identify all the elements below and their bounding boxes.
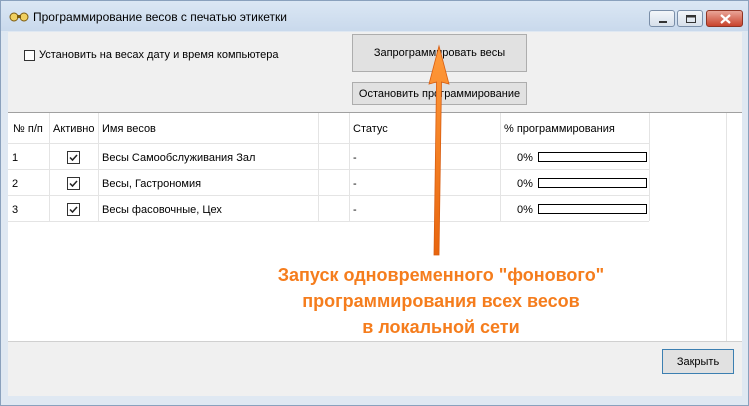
window-title: Программирование весов с печатью этикетк…	[33, 10, 287, 24]
active-checkbox[interactable]	[67, 151, 80, 164]
progress-percent: 0%	[517, 152, 533, 164]
program-scales-button[interactable]: Запрограммировать весы	[352, 34, 527, 72]
close-button[interactable]: Закрыть	[662, 349, 734, 374]
scale-name: Весы Самообслуживания Зал	[102, 152, 256, 164]
app-window: Программирование весов с печатью этикетк…	[0, 0, 749, 406]
progress-percent: 0%	[517, 178, 533, 190]
annotation-line-1: Запуск одновременного "фонового"	[277, 265, 605, 285]
checkmark-icon	[69, 180, 78, 188]
header-status[interactable]: Статус	[353, 123, 388, 135]
scales-app-icon	[9, 12, 29, 22]
row-number: 3	[12, 204, 19, 216]
close-icon	[720, 14, 731, 24]
dialog-body: Установить на весах дату и время компьют…	[8, 32, 742, 396]
progress-bar	[538, 204, 647, 214]
maximize-button[interactable]	[677, 10, 703, 27]
minimize-button[interactable]	[649, 10, 675, 27]
checkmark-icon	[69, 206, 78, 214]
stop-programming-button[interactable]: Остановить программирование	[352, 82, 527, 105]
annotation-text: Запуск одновременного "фонового" програм…	[196, 262, 686, 340]
annotation-line-3: в локальной сети	[362, 317, 520, 337]
sync-datetime-option[interactable]: Установить на весах дату и время компьют…	[24, 49, 279, 61]
checkmark-icon	[69, 154, 78, 162]
annotation-line-2: программирования всех весов	[302, 291, 580, 311]
progress-percent: 0%	[517, 204, 533, 216]
close-window-button[interactable]	[706, 10, 743, 27]
scale-status: -	[353, 152, 357, 164]
sync-datetime-checkbox[interactable]	[24, 49, 35, 61]
scale-status: -	[353, 204, 357, 216]
minimize-icon	[659, 21, 667, 23]
scale-status: -	[353, 178, 357, 190]
progress-bar	[538, 178, 647, 188]
maximize-icon	[686, 15, 696, 23]
title-bar[interactable]: Программирование весов с печатью этикетк…	[1, 1, 748, 31]
header-number[interactable]: № п/п	[13, 123, 43, 135]
header-active[interactable]: Активно	[53, 123, 95, 135]
scale-name: Весы фасовочные, Цех	[102, 204, 222, 216]
header-progress-percent[interactable]: % программирования	[504, 123, 615, 135]
active-checkbox[interactable]	[67, 177, 80, 190]
active-checkbox[interactable]	[67, 203, 80, 216]
header-scale-name[interactable]: Имя весов	[102, 123, 156, 135]
sync-datetime-label: Установить на весах дату и время компьют…	[39, 49, 279, 61]
scale-name: Весы, Гастрономия	[102, 178, 202, 190]
progress-bar	[538, 152, 647, 162]
row-number: 2	[12, 178, 19, 190]
row-number: 1	[12, 152, 19, 164]
